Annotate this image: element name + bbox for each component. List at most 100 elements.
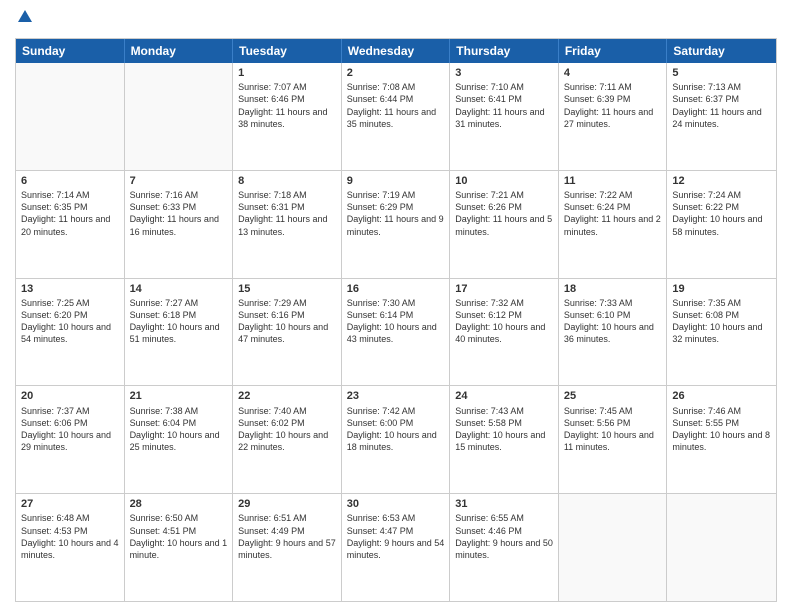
day-info: Sunrise: 6:48 AM Sunset: 4:53 PM Dayligh… [21,512,119,561]
day-number: 12 [672,174,771,188]
day-info: Sunrise: 7:14 AM Sunset: 6:35 PM Dayligh… [21,189,119,238]
day-number: 19 [672,282,771,296]
calendar-day-31: 31Sunrise: 6:55 AM Sunset: 4:46 PM Dayli… [450,494,559,601]
logo [15,10,32,30]
calendar: SundayMondayTuesdayWednesdayThursdayFrid… [15,38,777,602]
calendar-body: 1Sunrise: 7:07 AM Sunset: 6:46 PM Daylig… [16,63,776,601]
calendar-day-4: 4Sunrise: 7:11 AM Sunset: 6:39 PM Daylig… [559,63,668,170]
calendar-day-2: 2Sunrise: 7:08 AM Sunset: 6:44 PM Daylig… [342,63,451,170]
calendar-day-8: 8Sunrise: 7:18 AM Sunset: 6:31 PM Daylig… [233,171,342,278]
header-day-wednesday: Wednesday [342,39,451,63]
day-number: 4 [564,66,662,80]
day-info: Sunrise: 7:22 AM Sunset: 6:24 PM Dayligh… [564,189,662,238]
calendar-day-21: 21Sunrise: 7:38 AM Sunset: 6:04 PM Dayli… [125,386,234,493]
calendar-empty-cell [125,63,234,170]
day-number: 23 [347,389,445,403]
day-number: 15 [238,282,336,296]
day-info: Sunrise: 7:29 AM Sunset: 6:16 PM Dayligh… [238,297,336,346]
day-info: Sunrise: 7:35 AM Sunset: 6:08 PM Dayligh… [672,297,771,346]
calendar-empty-cell [559,494,668,601]
day-info: Sunrise: 7:24 AM Sunset: 6:22 PM Dayligh… [672,189,771,238]
calendar-day-12: 12Sunrise: 7:24 AM Sunset: 6:22 PM Dayli… [667,171,776,278]
day-number: 14 [130,282,228,296]
calendar-day-1: 1Sunrise: 7:07 AM Sunset: 6:46 PM Daylig… [233,63,342,170]
day-number: 2 [347,66,445,80]
calendar-day-27: 27Sunrise: 6:48 AM Sunset: 4:53 PM Dayli… [16,494,125,601]
calendar-day-24: 24 Sunrise: 7:43 AM Sunset: 5:58 PM Dayli… [450,386,559,493]
day-info: Sunrise: 7:33 AM Sunset: 6:10 PM Dayligh… [564,297,662,346]
day-info: Sunrise: 7:10 AM Sunset: 6:41 PM Dayligh… [455,81,553,130]
day-info: Sunrise: 6:55 AM Sunset: 4:46 PM Dayligh… [455,512,553,561]
calendar-day-5: 5Sunrise: 7:13 AM Sunset: 6:37 PM Daylig… [667,63,776,170]
day-info: Sunrise: 7:43 AM Sunset: 5:58 PM Dayligh… [455,405,553,454]
calendar-empty-cell [667,494,776,601]
calendar-row-2: 6Sunrise: 7:14 AM Sunset: 6:35 PM Daylig… [16,170,776,278]
logo-triangle-icon [18,10,32,22]
day-info: Sunrise: 7:42 AM Sunset: 6:00 PM Dayligh… [347,405,445,454]
day-number: 16 [347,282,445,296]
header-day-friday: Friday [559,39,668,63]
day-info: Sunrise: 7:13 AM Sunset: 6:37 PM Dayligh… [672,81,771,130]
calendar-day-9: 9Sunrise: 7:19 AM Sunset: 6:29 PM Daylig… [342,171,451,278]
header [15,10,777,30]
day-info: Sunrise: 6:50 AM Sunset: 4:51 PM Dayligh… [130,512,228,561]
day-number: 25 [564,389,662,403]
calendar-day-18: 18Sunrise: 7:33 AM Sunset: 6:10 PM Dayli… [559,279,668,386]
calendar-day-28: 28Sunrise: 6:50 AM Sunset: 4:51 PM Dayli… [125,494,234,601]
calendar-day-15: 15Sunrise: 7:29 AM Sunset: 6:16 PM Dayli… [233,279,342,386]
calendar-day-23: 23 Sunrise: 7:42 AM Sunset: 6:00 PM Dayli… [342,386,451,493]
day-number: 1 [238,66,336,80]
header-day-monday: Monday [125,39,234,63]
calendar-day-14: 14Sunrise: 7:27 AM Sunset: 6:18 PM Dayli… [125,279,234,386]
day-number: 29 [238,497,336,511]
day-number: 28 [130,497,228,511]
day-number: 9 [347,174,445,188]
day-number: 6 [21,174,119,188]
header-day-sunday: Sunday [16,39,125,63]
day-info: Sunrise: 7:16 AM Sunset: 6:33 PM Dayligh… [130,189,228,238]
day-number: 24 [455,389,553,403]
day-number: 5 [672,66,771,80]
day-number: 18 [564,282,662,296]
calendar-header: SundayMondayTuesdayWednesdayThursdayFrid… [16,39,776,63]
header-day-thursday: Thursday [450,39,559,63]
day-number: 10 [455,174,553,188]
calendar-day-30: 30Sunrise: 6:53 AM Sunset: 4:47 PM Dayli… [342,494,451,601]
day-number: 7 [130,174,228,188]
calendar-day-6: 6Sunrise: 7:14 AM Sunset: 6:35 PM Daylig… [16,171,125,278]
header-day-saturday: Saturday [667,39,776,63]
calendar-row-1: 1Sunrise: 7:07 AM Sunset: 6:46 PM Daylig… [16,63,776,170]
day-number: 27 [21,497,119,511]
calendar-day-3: 3Sunrise: 7:10 AM Sunset: 6:41 PM Daylig… [450,63,559,170]
day-number: 26 [672,389,771,403]
day-info: Sunrise: 7:45 AM Sunset: 5:56 PM Dayligh… [564,405,662,454]
calendar-day-22: 22Sunrise: 7:40 AM Sunset: 6:02 PM Dayli… [233,386,342,493]
day-info: Sunrise: 7:25 AM Sunset: 6:20 PM Dayligh… [21,297,119,346]
day-info: Sunrise: 7:37 AM Sunset: 6:06 PM Dayligh… [21,405,119,454]
day-number: 8 [238,174,336,188]
day-info: Sunrise: 7:18 AM Sunset: 6:31 PM Dayligh… [238,189,336,238]
calendar-day-7: 7Sunrise: 7:16 AM Sunset: 6:33 PM Daylig… [125,171,234,278]
day-info: Sunrise: 6:53 AM Sunset: 4:47 PM Dayligh… [347,512,445,561]
calendar-row-3: 13Sunrise: 7:25 AM Sunset: 6:20 PM Dayli… [16,278,776,386]
calendar-row-4: 20Sunrise: 7:37 AM Sunset: 6:06 PM Dayli… [16,385,776,493]
day-number: 17 [455,282,553,296]
day-info: Sunrise: 7:46 AM Sunset: 5:55 PM Dayligh… [672,405,771,454]
day-info: Sunrise: 7:38 AM Sunset: 6:04 PM Dayligh… [130,405,228,454]
day-number: 13 [21,282,119,296]
calendar-day-19: 19Sunrise: 7:35 AM Sunset: 6:08 PM Dayli… [667,279,776,386]
day-number: 3 [455,66,553,80]
day-number: 30 [347,497,445,511]
page: SundayMondayTuesdayWednesdayThursdayFrid… [0,0,792,612]
calendar-day-16: 16Sunrise: 7:30 AM Sunset: 6:14 PM Dayli… [342,279,451,386]
day-info: Sunrise: 7:32 AM Sunset: 6:12 PM Dayligh… [455,297,553,346]
day-info: Sunrise: 7:11 AM Sunset: 6:39 PM Dayligh… [564,81,662,130]
day-info: Sunrise: 7:08 AM Sunset: 6:44 PM Dayligh… [347,81,445,130]
calendar-day-11: 11Sunrise: 7:22 AM Sunset: 6:24 PM Dayli… [559,171,668,278]
calendar-day-13: 13Sunrise: 7:25 AM Sunset: 6:20 PM Dayli… [16,279,125,386]
calendar-day-20: 20Sunrise: 7:37 AM Sunset: 6:06 PM Dayli… [16,386,125,493]
day-info: Sunrise: 7:21 AM Sunset: 6:26 PM Dayligh… [455,189,553,238]
day-info: Sunrise: 6:51 AM Sunset: 4:49 PM Dayligh… [238,512,336,561]
day-info: Sunrise: 7:27 AM Sunset: 6:18 PM Dayligh… [130,297,228,346]
day-info: Sunrise: 7:07 AM Sunset: 6:46 PM Dayligh… [238,81,336,130]
